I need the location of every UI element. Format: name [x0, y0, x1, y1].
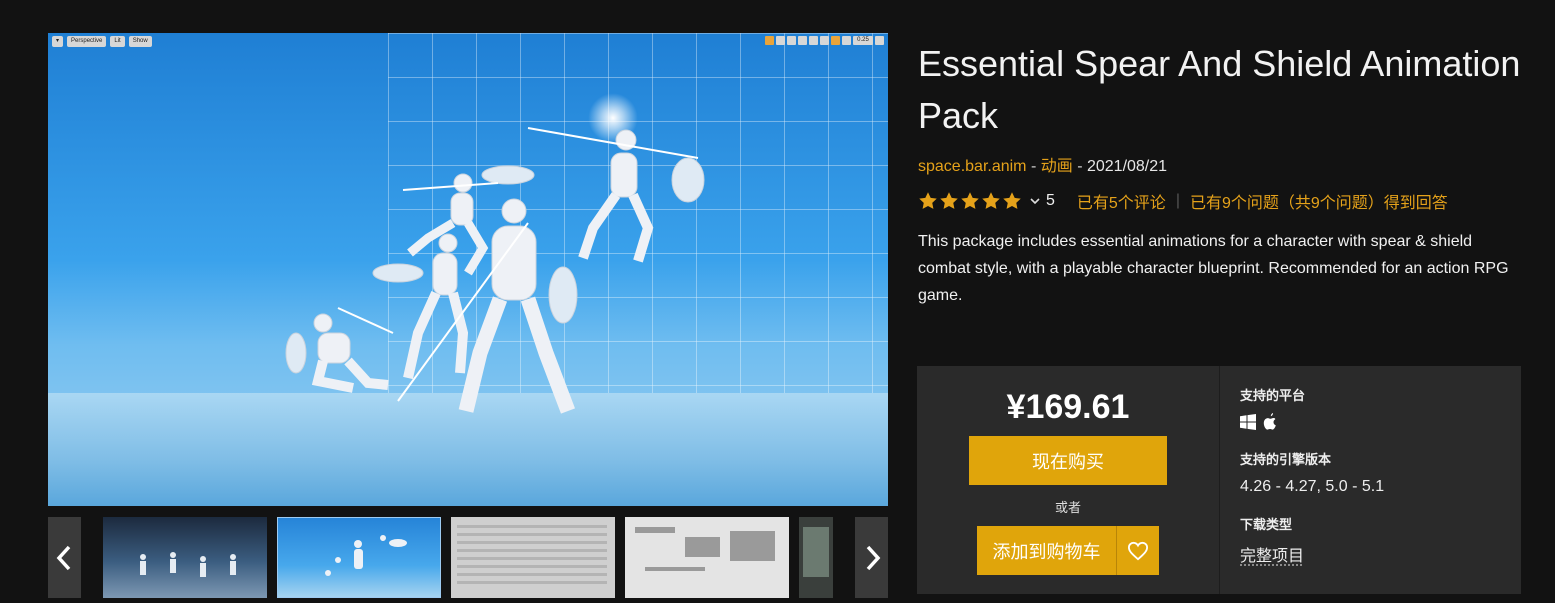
thumbnail[interactable]: [103, 517, 267, 598]
rotate-icon: [787, 36, 796, 45]
thumbnail[interactable]: [625, 517, 789, 598]
platforms-label: 支持的平台: [1240, 388, 1306, 403]
rating-value: 5: [1046, 192, 1055, 209]
thumbnail-image: [635, 527, 775, 571]
show-button: Show: [128, 36, 152, 47]
star-icon: [919, 192, 937, 209]
product-description: This package includes essential animatio…: [918, 233, 1509, 304]
reviews-link[interactable]: 已有5个评论: [1077, 189, 1166, 213]
thumbnail-active[interactable]: [277, 517, 441, 598]
heart-icon: [1127, 541, 1149, 560]
thumbnail[interactable]: [451, 517, 615, 598]
angle-snap-icon: [831, 36, 840, 45]
main-preview-image[interactable]: ▾ Perspective Lit Show 0.25: [48, 33, 888, 506]
star-icon: [1003, 192, 1021, 209]
perspective-button: Perspective: [67, 36, 107, 47]
chevron-right-icon: [866, 545, 880, 570]
meta-separator: -: [1026, 158, 1041, 175]
viewport-toolbar-left: ▾ Perspective Lit Show: [52, 36, 152, 47]
thumbnail-image: [803, 527, 829, 577]
maximize-icon: [875, 36, 884, 45]
product-title: Essential Spear And Shield Animation Pac…: [918, 43, 1521, 136]
seller-link[interactable]: space.bar.anim: [918, 158, 1027, 175]
price: ¥169.61: [1006, 388, 1130, 426]
meta-separator: -: [1072, 158, 1087, 175]
engine-versions: 4.26 - 4.27, 5.0 - 5.1: [1240, 478, 1385, 495]
chevron-down-icon[interactable]: [1028, 194, 1042, 208]
thumbnail-next-button[interactable]: [855, 517, 888, 598]
thumbnail-image: [457, 525, 607, 584]
move-icon: [776, 36, 785, 45]
add-to-cart-button[interactable]: 添加到购物车: [977, 526, 1116, 575]
thumbnail-image: [140, 552, 236, 577]
viewport-menu-button: ▾: [52, 36, 64, 47]
star-icon: [961, 192, 979, 209]
realtime-icon: [765, 36, 774, 45]
snap-icon: [820, 36, 829, 45]
buy-now-button[interactable]: 现在购买: [969, 436, 1167, 485]
wishlist-button[interactable]: [1116, 526, 1159, 575]
scale-snap-icon: [842, 36, 851, 45]
divider: |: [1175, 192, 1180, 209]
camera-speed: 0.25: [853, 36, 873, 45]
product-meta: space.bar.anim - 动画 - 2021/08/21: [918, 152, 1167, 176]
thumbnail[interactable]: [799, 517, 833, 598]
engine-version-label: 支持的引擎版本: [1240, 452, 1332, 467]
characters-scene: [285, 127, 705, 414]
cart-actions: 添加到购物车: [977, 526, 1159, 575]
scale-icon: [798, 36, 807, 45]
platform-icons: [1240, 413, 1278, 431]
world-icon: [809, 36, 818, 45]
windows-icon: [1240, 414, 1256, 430]
rating-row: 5 已有5个评论 | 已有9个问题（共9个问题）得到回答: [918, 188, 1448, 214]
purchase-panel: ¥169.61 现在购买 或者 添加到购物车 支持的平台 支持的引擎版本 4.2…: [917, 366, 1521, 594]
thumbnail-image: [325, 535, 407, 576]
category-link[interactable]: 动画: [1041, 158, 1073, 175]
star-icon: [940, 192, 958, 209]
star-rating[interactable]: [918, 191, 1022, 211]
download-type[interactable]: 完整项目: [1240, 542, 1304, 566]
thumbnail-prev-button[interactable]: [48, 517, 81, 598]
lit-button: Lit: [110, 36, 125, 47]
apple-icon: [1263, 413, 1276, 430]
questions-link[interactable]: 已有9个问题（共9个问题）得到回答: [1190, 189, 1448, 213]
product-specs: 支持的平台 支持的引擎版本 4.26 - 4.27, 5.0 - 5.1 下载类…: [1219, 366, 1522, 594]
or-label: 或者: [1054, 500, 1081, 515]
chevron-left-icon: [56, 545, 70, 570]
release-date: 2021/08/21: [1086, 158, 1168, 175]
purchase-actions: ¥169.61 现在购买 或者 添加到购物车: [917, 366, 1219, 594]
star-icon: [982, 192, 1000, 209]
viewport-toolbar-right: 0.25: [765, 36, 884, 45]
download-type-label: 下载类型: [1240, 517, 1293, 532]
